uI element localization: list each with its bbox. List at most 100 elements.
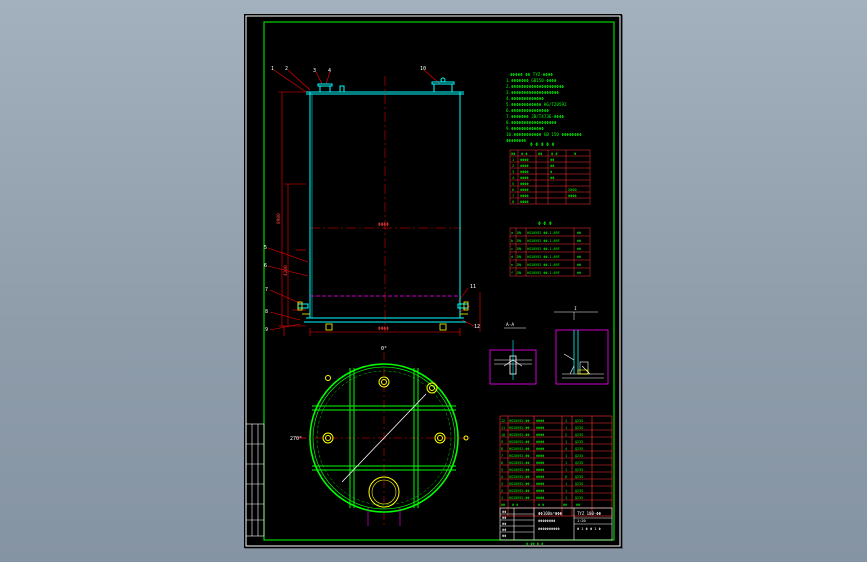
- bom-cell: Q235: [575, 461, 583, 465]
- nozzle-cell: HG20592 ΦΦ-1.6RF: [527, 231, 560, 235]
- nozzle-cell: ΦΦ: [577, 271, 581, 275]
- design-cell: Φ: [550, 170, 552, 174]
- bom-cell: 10: [501, 433, 505, 437]
- bom-cell: 1: [565, 496, 567, 500]
- bom-cell: HG20592-ΦΦ: [509, 426, 529, 430]
- nozzle-cell: HG20592 ΦΦ-1.6RF: [527, 255, 560, 259]
- note-line-9: 9.ΦΦΦΦΦΦΦΦΦΦΦΦΦ: [506, 126, 544, 131]
- bom-cell: HG20592-ΦΦ: [509, 447, 529, 451]
- bom-cell: 8: [565, 475, 567, 479]
- bom-cell: 9: [501, 440, 503, 444]
- bom-cell: ΦΦΦΦ: [536, 489, 544, 493]
- nozzle-cell: DN: [517, 263, 521, 267]
- nozzle-cell: DN: [517, 239, 521, 243]
- part-label-9: 9: [265, 327, 268, 333]
- bom-header-cell: Φ Φ: [538, 503, 544, 507]
- bom-cell: 1: [565, 426, 567, 430]
- bom-cell: Q235: [575, 440, 583, 444]
- plan-view: 270° 0°: [290, 346, 470, 526]
- bom-cell: 1: [565, 468, 567, 472]
- drawing-sheet[interactable]: 1 2 3 4 10 5 6 7 8 9 11 12 8900 4200 ΦΦΦ…: [244, 14, 622, 548]
- sign-row: ΦΦ: [502, 534, 506, 538]
- part-label-2: 2: [285, 66, 288, 72]
- design-cell: 8: [512, 200, 514, 204]
- nozzle-cell: ΦΦ: [577, 263, 581, 267]
- design-header-2: Φ Φ: [521, 152, 528, 156]
- drawing-canvas: 1 2 3 4 10 5 6 7 8 9 11 12 8900 4200 ΦΦΦ…: [245, 15, 621, 547]
- detail-a-a: A-A: [489, 322, 537, 385]
- design-cell: ΦΦΦΦ: [520, 182, 529, 186]
- cad-viewport[interactable]: 1 2 3 4 10 5 6 7 8 9 11 12 8900 4200 ΦΦΦ…: [0, 0, 867, 562]
- detail-i: I: [554, 306, 609, 385]
- note-line-10: 10.ΦΦΦΦΦΦΦΦΦΦΦ GB 150 ΦΦΦΦΦΦΦΦ: [506, 132, 582, 137]
- note-line-3: 3.ΦΦΦΦΦΦΦΦΦΦΦΦΦΦΦΦΦΦΦ: [506, 90, 559, 95]
- design-table-title: Φ Φ Φ Φ Φ: [530, 142, 555, 148]
- bom-cell: ΦΦΦΦ: [536, 419, 544, 423]
- part-label-3: 3: [313, 68, 316, 74]
- bom-cell: ΦΦΦΦ: [536, 440, 544, 444]
- nozzle-cell: ΦΦ: [577, 231, 581, 235]
- design-cell: 1: [512, 158, 514, 162]
- title-name: ΦΦ100m³ΦΦΦ: [538, 511, 563, 516]
- sign-row: ΦΦ: [502, 528, 506, 532]
- design-cell: ΦΦΦΦ: [520, 188, 529, 192]
- bom-cell: 2: [501, 489, 503, 493]
- dim-overall-height: 8900: [276, 213, 282, 224]
- design-cell: ΦΦΦΦ: [520, 176, 529, 180]
- note-line-2: 2.ΦΦΦΦΦΦΦΦΦΦΦΦΦΦΦΦΦΦΦΦΦ: [506, 84, 564, 89]
- design-cell: ΦΦΦΦ: [520, 158, 529, 162]
- part-label-10: 10: [420, 66, 426, 72]
- design-cell: ΦΦΦΦ: [520, 164, 529, 168]
- bom-cell: 3: [501, 482, 503, 486]
- nozzle-table: Φ Φ Φ a DN HG20592 ΦΦ-1.6RF ΦΦ b DN HG20…: [509, 221, 591, 277]
- nozzle-cell: c: [511, 247, 513, 251]
- drawing-frame: [263, 21, 615, 541]
- design-header-5: Φ: [574, 152, 576, 156]
- technical-notes: ΦΦΦΦΦ ΦΦ TYZ-ΦΦΦΦ 1.ΦΦΦΦΦΦΦ GB150-ΦΦΦΦ 2…: [506, 72, 582, 143]
- dim-centerline: ΦΦΦΦ: [378, 222, 389, 228]
- sign-row: ΦΦ: [502, 522, 506, 526]
- margin-table: [245, 423, 265, 537]
- bom-cell: ΦΦΦΦ: [536, 482, 544, 486]
- sign-row: ΦΦ: [502, 516, 506, 520]
- bom-cell: 8: [501, 447, 503, 451]
- dim-upper-height: 4200: [283, 265, 289, 276]
- nozzle-cell: DN: [517, 271, 521, 275]
- bom-cell: 6: [501, 461, 503, 465]
- note-line-8: 8.ΦΦΦΦΦΦΦΦΦΦΦΦΦΦΦΦΦΦ: [506, 120, 557, 125]
- bom-cell: 7: [501, 454, 503, 458]
- bom-cell: HG20592-ΦΦ: [509, 489, 529, 493]
- bom-cell: Q235: [575, 426, 583, 430]
- nozzle-cell: HG20592 ΦΦ-1.6RF: [527, 263, 560, 267]
- dim-base-width: ΦΦΦΦ: [378, 326, 389, 332]
- bom-cell: Q235: [575, 433, 583, 437]
- bom-cell: Q235: [575, 496, 583, 500]
- bom-cell: HG20592-ΦΦ: [509, 461, 529, 465]
- bom-cell: HG20592-ΦΦ: [509, 419, 529, 423]
- bom-cell: 1: [565, 489, 567, 493]
- design-cell: 5: [512, 182, 514, 186]
- nozzle-cell: ΦΦ: [577, 247, 581, 251]
- bom-cell: 2: [565, 433, 567, 437]
- nozzle-cell: d: [511, 255, 513, 259]
- bom-cell: Q235: [575, 447, 583, 451]
- drawing-number: TYZ 100-ΦΦ: [577, 511, 602, 516]
- note-line-11: ΦΦΦΦΦΦΦΦ: [506, 138, 527, 143]
- bom-cell: 1: [565, 440, 567, 444]
- plan-label-top: 0°: [381, 346, 387, 352]
- bom-cell: HG20592-ΦΦ: [509, 496, 529, 500]
- part-label-6: 6: [264, 263, 267, 269]
- bom-cell: ΦΦΦΦ: [536, 433, 544, 437]
- bom-cell: Q235: [575, 419, 583, 423]
- part-label-4: 4: [328, 68, 331, 74]
- design-cell: ΦΦ: [550, 158, 554, 162]
- design-cell: ΦΦΦΦ: [520, 194, 529, 198]
- bom-cell: HG20592-ΦΦ: [509, 482, 529, 486]
- design-cell: 4: [512, 176, 514, 180]
- design-cell: ΦΦΦΦ: [520, 170, 529, 174]
- part-label-11: 11: [470, 284, 476, 290]
- scale: 1:20: [577, 519, 586, 523]
- title-footer: Φ ΦΦ Φ Φ: [526, 542, 543, 546]
- title-block: ΦΦ ΦΦ ΦΦ ΦΦ ΦΦ ΦΦ100m³ΦΦΦ ΦΦΦΦΦΦΦΦ ΦΦΦΦΦ…: [499, 507, 613, 546]
- design-cell: 2: [512, 164, 514, 168]
